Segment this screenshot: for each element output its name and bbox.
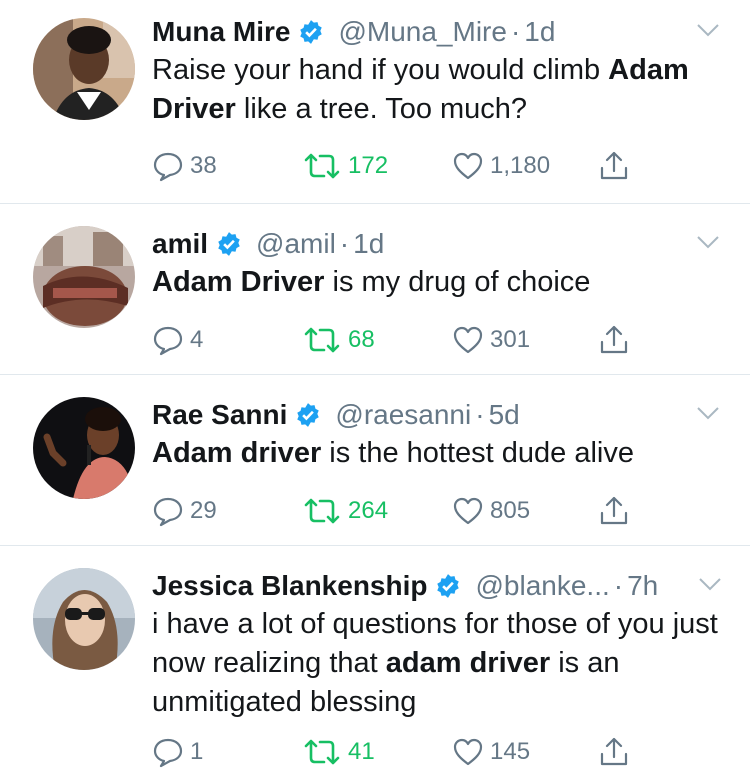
reply-button[interactable]: 29 <box>152 491 217 531</box>
like-count: 145 <box>490 738 531 765</box>
chevron-down-icon[interactable] <box>698 576 722 592</box>
verified-badge-icon <box>437 574 460 598</box>
like-count: 805 <box>490 497 531 524</box>
like-count: 301 <box>490 326 531 353</box>
tweet-text-highlight: Adam Driver <box>152 266 325 298</box>
reply-button[interactable]: 1 <box>152 732 203 772</box>
tweet[interactable]: Jessica Blankenship @blanke... · 7h i ha… <box>0 546 750 778</box>
tweet-actions: 29 264 805 <box>152 491 730 531</box>
avatar[interactable] <box>33 18 135 120</box>
reply-icon <box>153 326 183 356</box>
tweet-text-highlight: Adam driver <box>152 437 322 469</box>
retweet-count: 172 <box>348 152 389 179</box>
tweet-actions: 1 41 145 <box>152 732 730 772</box>
user-handle[interactable]: @raesanni <box>335 399 471 431</box>
retweet-count: 264 <box>348 497 389 524</box>
separator-dot: · <box>613 570 624 601</box>
chevron-down-icon[interactable] <box>696 234 720 250</box>
verified-badge-icon <box>297 403 320 427</box>
timestamp[interactable]: 1d <box>524 16 555 48</box>
tweet-text-highlight: adam driver <box>385 647 551 679</box>
share-icon <box>600 325 628 354</box>
like-icon <box>453 326 483 354</box>
chevron-down-icon[interactable] <box>696 22 720 38</box>
timestamp[interactable]: 7h <box>627 570 658 602</box>
separator-dot: · <box>475 399 485 430</box>
verified-badge-icon <box>218 232 240 256</box>
user-handle[interactable]: @amil <box>256 228 336 260</box>
avatar[interactable] <box>33 226 135 328</box>
retweet-icon <box>304 153 340 179</box>
share-button[interactable] <box>598 146 636 186</box>
share-icon <box>600 737 628 766</box>
retweet-icon <box>304 327 340 353</box>
timestamp[interactable]: 5d <box>489 399 520 431</box>
like-button[interactable]: 1,180 <box>452 146 550 186</box>
tweet-text-before: Raise your hand if you would climb <box>152 54 609 86</box>
reply-count: 38 <box>190 152 217 179</box>
retweet-count: 68 <box>348 326 375 353</box>
reply-icon <box>153 738 183 768</box>
reply-icon <box>153 497 183 527</box>
user-handle[interactable]: @Muna_Mire <box>338 16 506 48</box>
display-name[interactable]: Jessica Blankenship <box>152 570 427 602</box>
retweet-button[interactable]: 68 <box>302 320 375 360</box>
display-name[interactable]: Rae Sanni <box>152 399 287 431</box>
like-icon <box>453 152 483 180</box>
share-button[interactable] <box>598 320 636 360</box>
retweet-button[interactable]: 264 <box>302 491 388 531</box>
tweet-text-after: is my drug of choice <box>324 266 591 298</box>
retweet-button[interactable]: 172 <box>302 146 388 186</box>
display-name[interactable]: Muna Mire <box>152 16 290 48</box>
tweet-text-after: like a tree. Too much? <box>235 93 528 125</box>
tweet[interactable]: Rae Sanni @raesanni · 5d Adam driver is … <box>0 375 750 546</box>
avatar[interactable] <box>33 397 135 499</box>
separator-dot: · <box>339 228 350 259</box>
reply-count: 29 <box>190 497 217 524</box>
avatar[interactable] <box>33 568 135 670</box>
like-button[interactable]: 145 <box>452 732 530 772</box>
verified-badge-icon <box>300 20 323 44</box>
retweet-count: 41 <box>348 738 375 765</box>
like-count: 1,180 <box>490 152 551 179</box>
reply-button[interactable]: 4 <box>152 320 203 360</box>
separator-dot: · <box>510 16 521 47</box>
tweet-text: Adam driver is the hottest dude alive <box>152 434 730 473</box>
tweet-actions: 38 172 1,180 <box>152 146 730 186</box>
user-handle[interactable]: @blanke... <box>475 570 609 602</box>
reply-count: 4 <box>190 326 204 353</box>
retweet-icon <box>304 498 340 524</box>
tweet-feed: Muna Mire @Muna_Mire · 1d Raise your han… <box>0 0 750 778</box>
tweet[interactable]: Muna Mire @Muna_Mire · 1d Raise your han… <box>0 0 750 204</box>
retweet-button[interactable]: 41 <box>302 732 375 772</box>
tweet-text-after: is the hottest dude alive <box>321 437 634 469</box>
tweet-text: Adam Driver is my drug of choice <box>152 263 730 302</box>
like-icon <box>453 738 483 766</box>
share-icon <box>600 151 628 180</box>
tweet-text: Raise your hand if you would climb Adam … <box>152 51 730 129</box>
timestamp[interactable]: 1d <box>353 228 384 260</box>
display-name[interactable]: amil <box>152 228 208 260</box>
tweet-text: i have a lot of questions for those of y… <box>152 605 730 722</box>
reply-button[interactable]: 38 <box>152 146 217 186</box>
share-icon <box>600 496 628 525</box>
reply-count: 1 <box>190 738 204 765</box>
tweet[interactable]: amil @amil · 1d Adam Driver is my drug o… <box>0 204 750 375</box>
chevron-down-icon[interactable] <box>696 405 720 421</box>
like-button[interactable]: 301 <box>452 320 530 360</box>
reply-icon <box>153 152 183 182</box>
like-button[interactable]: 805 <box>452 491 530 531</box>
like-icon <box>453 497 483 525</box>
share-button[interactable] <box>598 732 636 772</box>
retweet-icon <box>304 739 340 765</box>
tweet-actions: 4 68 301 <box>152 320 730 360</box>
share-button[interactable] <box>598 491 636 531</box>
